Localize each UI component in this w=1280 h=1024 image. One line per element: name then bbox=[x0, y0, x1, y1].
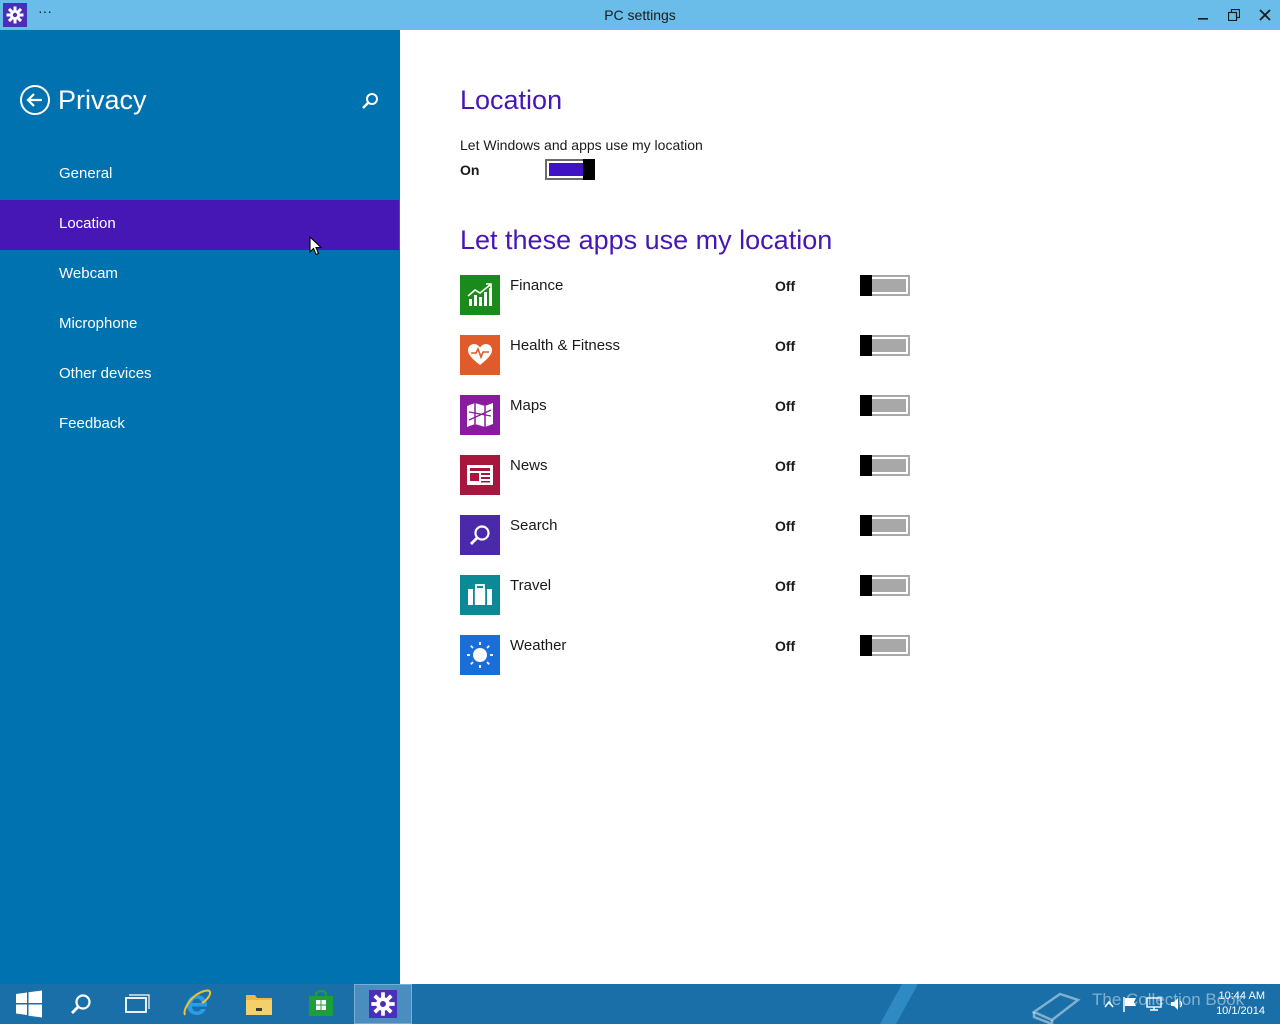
sidebar: Privacy General Location Webcam Micropho… bbox=[0, 30, 400, 984]
back-arrow-icon[interactable] bbox=[19, 84, 51, 116]
sidebar-item-label: Feedback bbox=[59, 415, 125, 432]
taskbar-decoration bbox=[880, 984, 918, 1024]
location-state-label: On bbox=[460, 162, 480, 178]
sidebar-item-label: Webcam bbox=[59, 265, 118, 282]
toggle-thumb bbox=[860, 635, 872, 656]
search-app-icon bbox=[460, 515, 500, 555]
title-bar: ··· PC settings bbox=[0, 0, 1280, 30]
app-row-finance: Finance Off bbox=[460, 275, 920, 315]
app-name: Search bbox=[510, 517, 558, 534]
app-state: Off bbox=[775, 278, 796, 294]
finance-icon bbox=[460, 275, 500, 315]
app-row-maps: Maps Off bbox=[460, 395, 920, 435]
maps-icon bbox=[460, 395, 500, 435]
toggle-thumb bbox=[860, 275, 872, 296]
sidebar-item-general[interactable]: General bbox=[0, 150, 399, 200]
news-icon bbox=[460, 455, 500, 495]
apps-heading: Let these apps use my location bbox=[460, 225, 833, 255]
news-location-toggle[interactable] bbox=[860, 455, 910, 476]
sidebar-item-microphone[interactable]: Microphone bbox=[0, 300, 399, 350]
sidebar-title: Privacy bbox=[58, 85, 147, 115]
sidebar-item-other-devices[interactable]: Other devices bbox=[0, 350, 399, 400]
app-state: Off bbox=[775, 518, 796, 534]
taskbar: The Collection Book 10:44 AM 10/1/2014 bbox=[0, 984, 1280, 1024]
restore-button[interactable] bbox=[1219, 0, 1249, 30]
chevron-up-icon[interactable] bbox=[1104, 996, 1114, 1012]
app-state: Off bbox=[775, 398, 796, 414]
clock[interactable]: 10:44 AM 10/1/2014 bbox=[1205, 989, 1265, 1019]
app-state: Off bbox=[775, 638, 796, 654]
sidebar-item-feedback[interactable]: Feedback bbox=[0, 400, 399, 450]
file-explorer-icon[interactable] bbox=[230, 984, 288, 1024]
sidebar-item-location[interactable]: Location bbox=[0, 200, 399, 250]
toggle-fill bbox=[549, 163, 583, 176]
toggle-fill bbox=[872, 459, 906, 472]
app-row-weather: Weather Off bbox=[460, 635, 920, 675]
book-logo-icon bbox=[1031, 992, 1081, 1024]
mouse-cursor-icon bbox=[309, 235, 323, 256]
toggle-fill bbox=[872, 639, 906, 652]
app-state: Off bbox=[775, 338, 796, 354]
internet-explorer-icon[interactable] bbox=[168, 984, 226, 1024]
toggle-thumb bbox=[860, 515, 872, 536]
main-content: Location Let Windows and apps use my loc… bbox=[400, 30, 1280, 984]
app-name: Travel bbox=[510, 577, 552, 594]
sidebar-item-label: Microphone bbox=[59, 315, 138, 332]
app-name: News bbox=[510, 457, 548, 474]
clock-time: 10:44 AM bbox=[1218, 990, 1265, 1002]
toggle-fill bbox=[872, 399, 906, 412]
toggle-thumb bbox=[860, 575, 872, 596]
task-view-icon[interactable] bbox=[108, 984, 166, 1024]
sidebar-item-label: Location bbox=[59, 215, 116, 232]
app-row-search: Search Off bbox=[460, 515, 920, 555]
toggle-fill bbox=[872, 279, 906, 292]
clock-date: 10/1/2014 bbox=[1216, 1005, 1265, 1017]
app-name: Health & Fitness bbox=[510, 337, 621, 354]
weather-location-toggle[interactable] bbox=[860, 635, 910, 656]
location-toggle[interactable] bbox=[545, 159, 595, 180]
app-state: Off bbox=[775, 578, 796, 594]
sidebar-item-label: General bbox=[59, 165, 113, 182]
close-button[interactable] bbox=[1250, 0, 1280, 30]
sidebar-item-webcam[interactable]: Webcam bbox=[0, 250, 399, 300]
maps-location-toggle[interactable] bbox=[860, 395, 910, 416]
action-center-flag-icon[interactable] bbox=[1122, 996, 1138, 1012]
health-fitness-icon bbox=[460, 335, 500, 375]
location-heading: Location bbox=[460, 85, 563, 115]
location-description: Let Windows and apps use my location bbox=[460, 137, 703, 153]
app-row-health-fitness: Health & Fitness Off bbox=[460, 335, 920, 375]
app-name: Maps bbox=[510, 397, 547, 414]
system-tray bbox=[1104, 996, 1186, 1012]
health-fitness-location-toggle[interactable] bbox=[860, 335, 910, 356]
toggle-fill bbox=[872, 579, 906, 592]
travel-location-toggle[interactable] bbox=[860, 575, 910, 596]
network-icon[interactable] bbox=[1146, 996, 1162, 1012]
taskbar-search-icon[interactable] bbox=[52, 984, 110, 1024]
finance-location-toggle[interactable] bbox=[860, 275, 910, 296]
pc-settings-taskbar-icon[interactable] bbox=[354, 984, 412, 1024]
sidebar-item-label: Other devices bbox=[59, 365, 152, 382]
window-title: PC settings bbox=[604, 7, 676, 23]
search-icon[interactable] bbox=[360, 91, 380, 111]
app-name: Finance bbox=[510, 277, 564, 294]
toggle-thumb bbox=[583, 159, 595, 180]
weather-icon bbox=[460, 635, 500, 675]
toggle-thumb bbox=[860, 455, 872, 476]
app-row-travel: Travel Off bbox=[460, 575, 920, 615]
store-icon[interactable] bbox=[292, 984, 350, 1024]
toggle-thumb bbox=[860, 335, 872, 356]
travel-icon bbox=[460, 575, 500, 615]
minimize-button[interactable] bbox=[1188, 0, 1218, 30]
toggle-fill bbox=[872, 519, 906, 532]
app-state: Off bbox=[775, 458, 796, 474]
toggle-fill bbox=[872, 339, 906, 352]
toggle-thumb bbox=[860, 395, 872, 416]
app-row-news: News Off bbox=[460, 455, 920, 495]
start-button[interactable] bbox=[0, 984, 58, 1024]
search-location-toggle[interactable] bbox=[860, 515, 910, 536]
app-name: Weather bbox=[510, 637, 567, 654]
volume-icon[interactable] bbox=[1170, 996, 1186, 1012]
